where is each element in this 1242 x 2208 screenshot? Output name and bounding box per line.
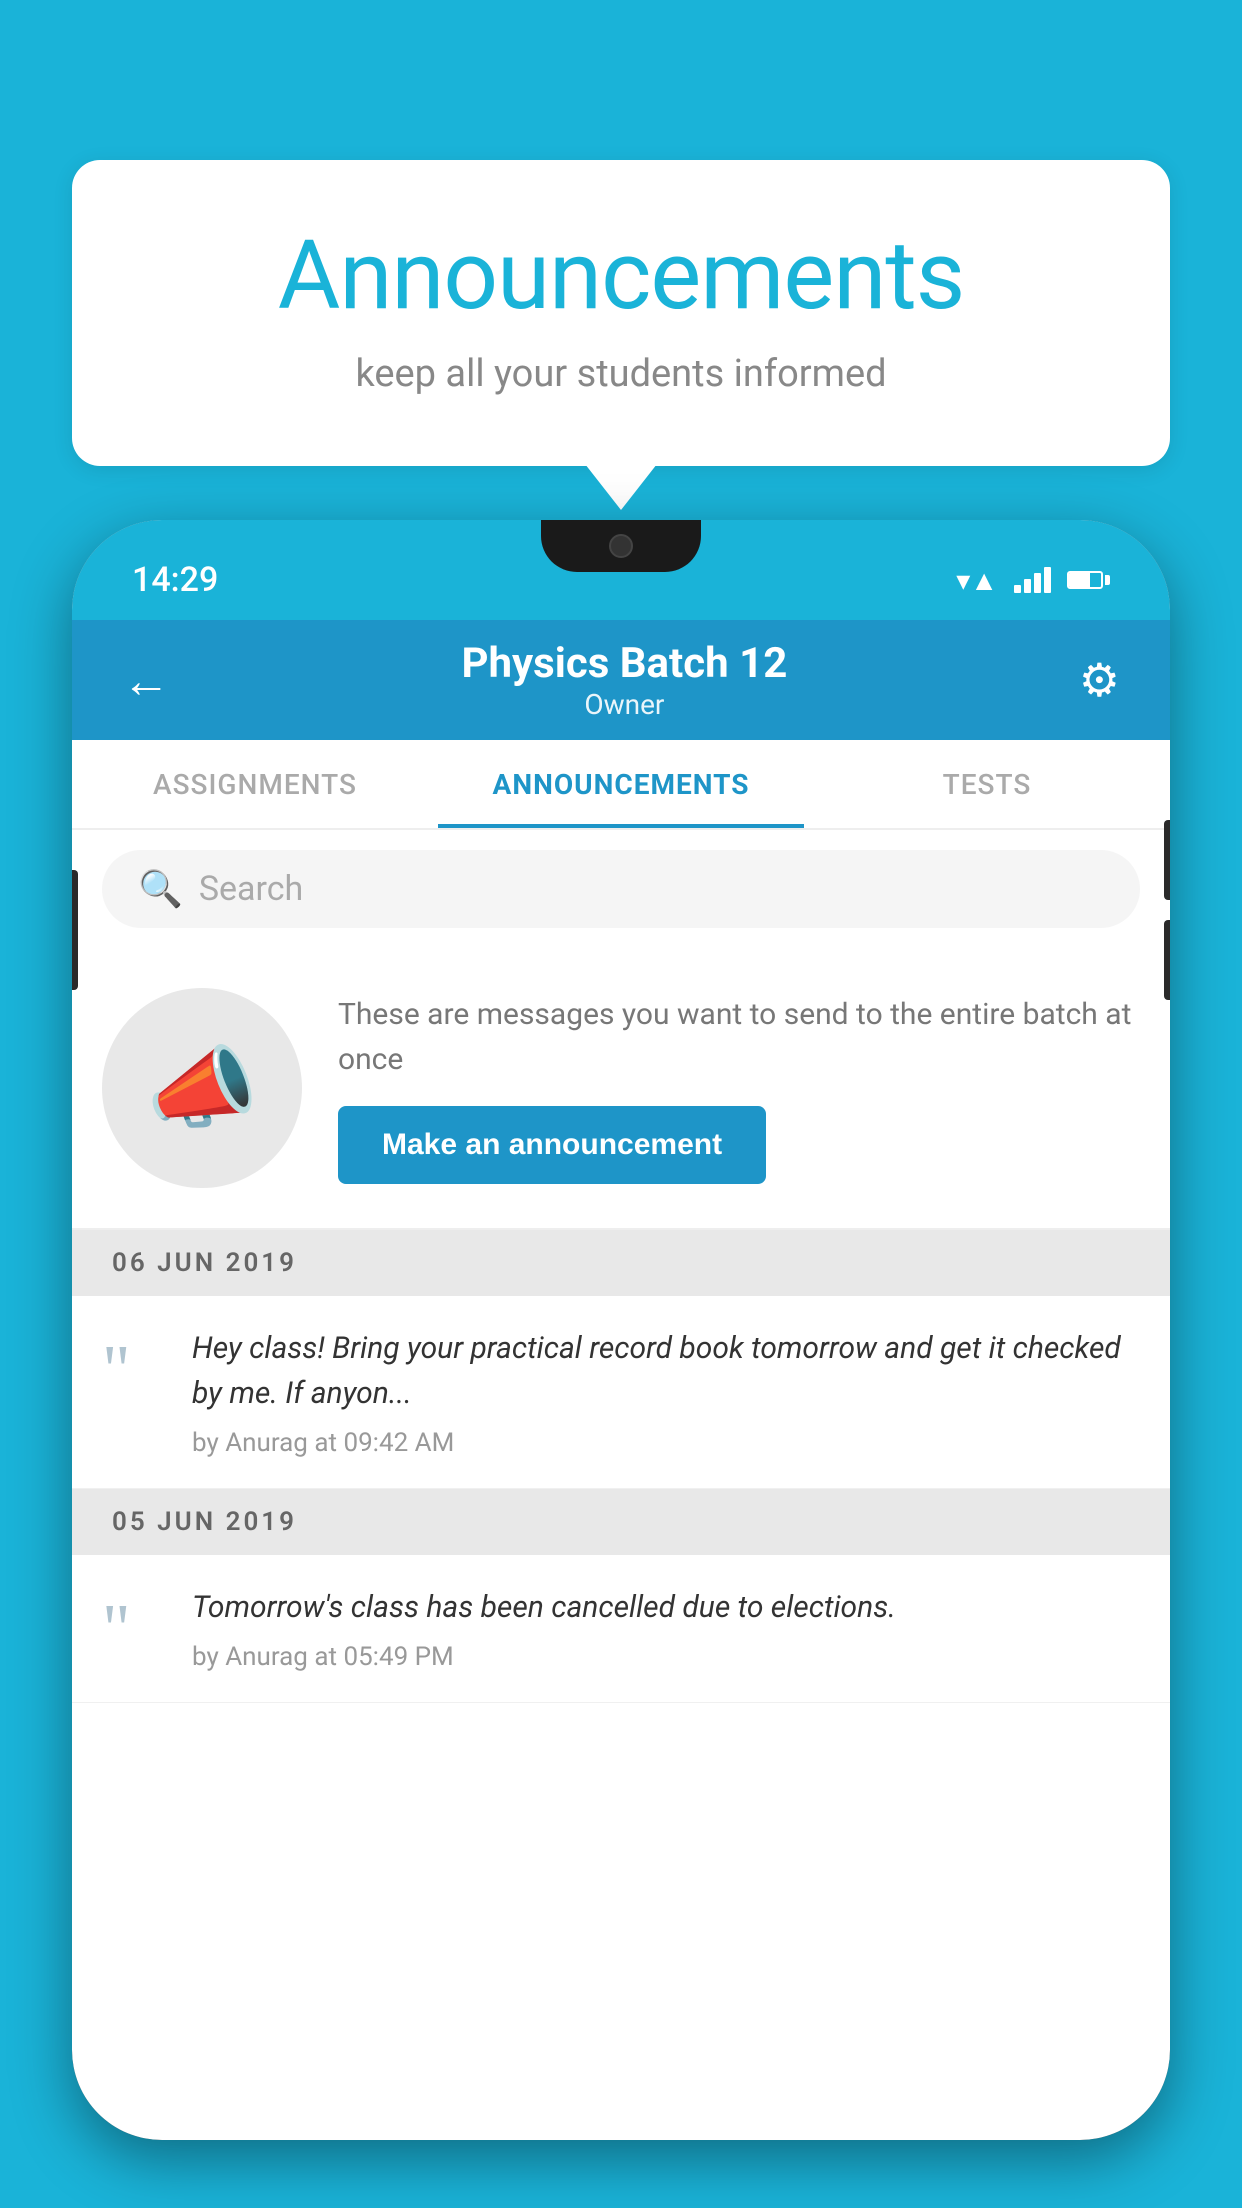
announcement-text-2: Tomorrow's class has been cancelled due … — [192, 1585, 1140, 1630]
owner-role-label: Owner — [461, 688, 787, 721]
power-button — [72, 870, 78, 990]
batch-name-title: Physics Batch 12 — [461, 639, 787, 688]
camera-notch — [609, 534, 633, 558]
settings-icon[interactable]: ⚙ — [1079, 653, 1120, 708]
phone-notch — [541, 520, 701, 572]
search-container: 🔍 Search — [72, 830, 1170, 948]
header-title-area: Physics Batch 12 Owner — [461, 639, 787, 721]
bubble-title: Announcements — [152, 220, 1090, 332]
signal-icon — [1014, 567, 1051, 593]
tab-announcements[interactable]: ANNOUNCEMENTS — [438, 740, 804, 828]
promo-content: These are messages you want to send to t… — [338, 992, 1140, 1184]
tabs-bar: ASSIGNMENTS ANNOUNCEMENTS TESTS — [72, 740, 1170, 830]
date-header-1: 06 JUN 2019 — [72, 1230, 1170, 1296]
app-header: ← Physics Batch 12 Owner ⚙ — [72, 620, 1170, 740]
announcement-text-1: Hey class! Bring your practical record b… — [192, 1326, 1140, 1416]
battery-icon — [1067, 571, 1110, 589]
search-icon: 🔍 — [138, 868, 183, 910]
announcement-author-2: by Anurag at 05:49 PM — [192, 1642, 1140, 1672]
volume-down-button — [1164, 920, 1170, 1000]
speech-bubble-section: Announcements keep all your students inf… — [72, 160, 1170, 466]
status-time: 14:29 — [132, 560, 218, 600]
promo-section: 📣 These are messages you want to send to… — [72, 948, 1170, 1230]
promo-icon-circle: 📣 — [102, 988, 302, 1188]
search-box[interactable]: 🔍 Search — [102, 850, 1140, 928]
announcement-item-1[interactable]: " Hey class! Bring your practical record… — [72, 1296, 1170, 1489]
promo-description: These are messages you want to send to t… — [338, 992, 1140, 1082]
phone-container: 14:29 ▾▲ — [72, 520, 1170, 2208]
status-bar: 14:29 ▾▲ — [72, 520, 1170, 620]
status-icons: ▾▲ — [956, 564, 1110, 597]
tab-assignments[interactable]: ASSIGNMENTS — [72, 740, 438, 828]
wifi-icon: ▾▲ — [956, 564, 998, 597]
announcement-content-2: Tomorrow's class has been cancelled due … — [192, 1585, 1140, 1672]
bubble-subtitle: keep all your students informed — [152, 352, 1090, 396]
phone-frame: 14:29 ▾▲ — [72, 520, 1170, 2140]
quote-icon-2: " — [102, 1595, 162, 1665]
announcement-content-1: Hey class! Bring your practical record b… — [192, 1326, 1140, 1458]
volume-up-button — [1164, 820, 1170, 900]
back-button[interactable]: ← — [122, 652, 170, 709]
search-input[interactable]: Search — [199, 869, 303, 909]
speech-bubble: Announcements keep all your students inf… — [72, 160, 1170, 466]
make-announcement-button[interactable]: Make an announcement — [338, 1106, 766, 1184]
quote-icon-1: " — [102, 1336, 162, 1406]
date-header-2: 05 JUN 2019 — [72, 1489, 1170, 1555]
announcement-item-2[interactable]: " Tomorrow's class has been cancelled du… — [72, 1555, 1170, 1703]
announcement-author-1: by Anurag at 09:42 AM — [192, 1428, 1140, 1458]
megaphone-icon: 📣 — [146, 1036, 258, 1141]
tab-tests[interactable]: TESTS — [804, 740, 1170, 828]
phone-screen: 14:29 ▾▲ — [72, 520, 1170, 2140]
